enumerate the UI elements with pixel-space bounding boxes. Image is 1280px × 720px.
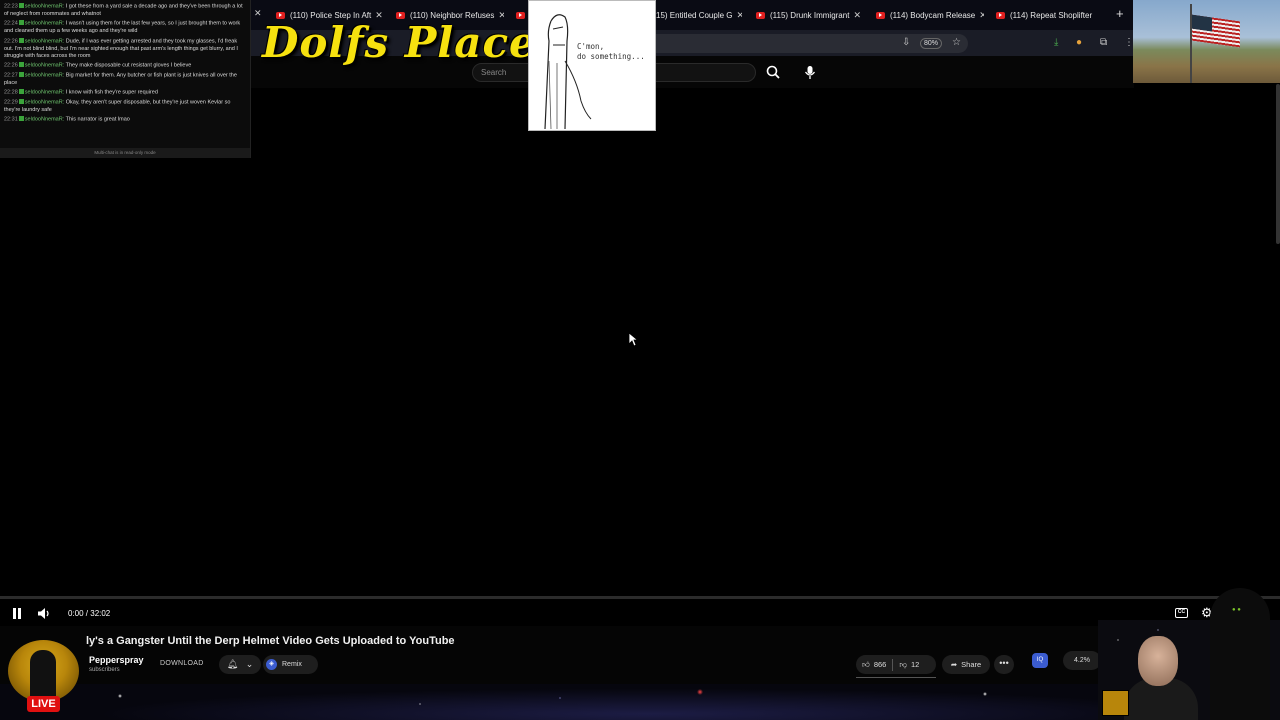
like-dislike-group: 👍︎ 866 👎︎ 12 [856,655,936,674]
galaxy-background [0,684,1280,720]
like-ratio-bar [856,677,936,678]
download-button[interactable]: DOWNLOAD [160,660,204,667]
zoom-indicator[interactable]: 80% [920,38,943,49]
tab-close-icon[interactable]: ✕ [254,8,262,19]
live-badge: LIVE [27,696,60,712]
share-button[interactable]: ➦ Share [942,655,990,674]
page-scrollbar[interactable] [1276,84,1280,244]
percent-badge: 4.2% [1063,651,1101,670]
stick-figure-drawing [544,14,592,130]
address-bar[interactable] [622,34,968,53]
chat-message: 22:26 seldooNnemaR: Dude, if I was ever g… [4,37,238,60]
streamer-face [1138,636,1178,686]
badge-icon [18,116,24,122]
chat-message: 22:27 seldooNnemaR: Big market for them. … [4,72,237,87]
chat-message: 22:23 seldooNnemaR: I got these from a ya… [4,3,243,18]
youtube-icon [756,11,765,19]
chevron-down-icon: ⌄ [245,659,254,669]
volume-icon[interactable] [37,607,51,620]
extension-icon[interactable]: ● [1076,37,1082,48]
bookmark-star-icon[interactable]: ☆ [952,37,961,48]
remix-icon: ◈ [266,659,277,670]
new-tab-button[interactable]: + [1116,6,1124,21]
player-controls: 0:00 / 32:02 CC ⚙ [0,600,1280,626]
microphone-icon[interactable] [802,64,818,81]
captions-icon[interactable]: CC [1175,608,1188,618]
badge-icon [18,62,24,68]
youtube-icon [996,11,1005,19]
chat-message: 22:29 seldooNnemaR: Okay, they aren't sup… [4,99,231,114]
chat-message: 22:24 seldooNnemaR: I wasn't using them f… [4,20,241,35]
thumbs-down-icon: 👎︎ [899,659,907,669]
tab-close-icon[interactable]: ✕ [853,10,861,21]
search-icon[interactable] [765,64,782,81]
like-button[interactable]: 👍︎ 866 [856,660,892,670]
chat-footer: Multi-chat is in read-only mode [0,148,250,158]
stream-mini-logo [1102,690,1129,716]
browser-tab[interactable]: (115) Drunk Immigrant ✕ [756,6,864,24]
install-icon[interactable]: ⇩ [902,37,910,48]
more-actions-button[interactable]: ••• [994,655,1014,674]
progress-bar[interactable] [0,596,1280,599]
chat-panel: 22:23 seldooNnemaR: I got these from a ya… [0,0,251,158]
time-display: 0:00 / 32:02 [68,609,111,618]
badge-icon [18,99,24,105]
badge-icon [18,72,24,78]
comic-speech-text: C'mon, do something... [577,42,645,61]
badge-icon [18,37,24,43]
share-arrow-icon: ➦ [950,660,958,669]
mouse-cursor [628,332,638,347]
video-title: ly's a Gangster Until the Derp Helmet Vi… [86,635,455,647]
flag-canton [1192,14,1212,32]
channel-name[interactable]: Pepperspray [89,655,144,665]
badge-icon [18,89,24,95]
comic-panel: C'mon, do something... [528,0,656,131]
thumbs-up-icon: 👍︎ [862,659,870,669]
puzzle-extensions-icon[interactable]: ⧉ [1100,37,1107,48]
notification-bell-button[interactable]: 🔔︎ ⌄ [219,655,261,674]
download-icon[interactable]: ⤓ [1054,37,1058,48]
tab-close-icon[interactable]: ✕ [737,10,743,21]
browser-tab[interactable]: (114) Bodycam Release ✕ [876,6,984,24]
chat-message: 22:26 seldooNnemaR: They make disposable … [4,62,192,69]
browser-tab[interactable]: (114) Repeat Shoplifter [996,6,1104,24]
dislike-button[interactable]: 👎︎ 12 [893,660,925,670]
stream-logo: Dolfs Place [262,18,537,67]
pause-button[interactable] [12,608,22,619]
avatar-silhouette [30,650,56,702]
channel-avatar[interactable] [8,640,79,702]
glowing-eyes: ● ● [1232,607,1241,613]
youtube-icon [876,11,885,19]
remix-button[interactable]: ◈ Remix [263,655,318,674]
chat-message: 22:28 seldooNnemaR: I know with fish they… [4,89,158,96]
bell-icon: 🔔︎ [226,659,239,669]
tab-close-icon[interactable]: ✕ [979,10,984,21]
badge-icon [18,20,24,26]
chat-message: 22:31 seldooNnemaR: This narrator is grea… [4,116,130,123]
extension-badge-icon[interactable]: IQ [1032,653,1048,668]
badge-icon [18,3,24,8]
subscriber-count: subscribers [89,667,120,673]
browser-tab[interactable]: 15) Entitled Couple G ✕ [656,6,742,24]
